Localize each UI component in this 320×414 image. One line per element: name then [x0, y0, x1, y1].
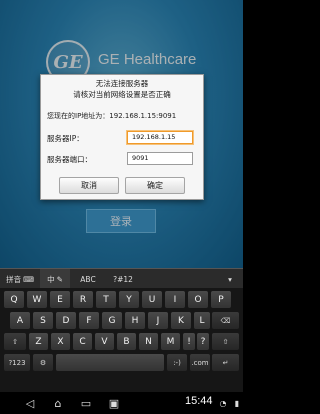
soft-keyboard: Q W E R T Y U I O P ⌫ A S D F G H J K L …: [0, 288, 243, 392]
key-i[interactable]: I: [165, 291, 185, 308]
status-clock: 15:44: [185, 395, 213, 407]
key-e[interactable]: E: [50, 291, 70, 308]
key-t[interactable]: T: [96, 291, 116, 308]
key-w[interactable]: W: [27, 291, 47, 308]
battery-icon: ▮: [234, 398, 240, 408]
confirm-button[interactable]: 确定: [125, 177, 185, 194]
dialog-subtitle: 请核对当前网络设置是否正确: [73, 90, 171, 99]
system-navigation-bar: ◁ ⌂ ▭ ▣ 15:44 ◔ ▮: [0, 392, 243, 414]
key-x[interactable]: X: [51, 333, 70, 350]
recent-apps-icon[interactable]: ▭: [78, 395, 94, 411]
home-icon[interactable]: ⌂: [50, 395, 66, 411]
key-question[interactable]: ?: [197, 333, 209, 350]
key-f[interactable]: F: [79, 312, 99, 329]
key-s[interactable]: S: [33, 312, 53, 329]
key-b[interactable]: B: [117, 333, 136, 350]
key-c[interactable]: C: [73, 333, 92, 350]
ime-abc-tab[interactable]: ABC: [74, 269, 102, 289]
server-port-input[interactable]: 9091: [127, 152, 193, 165]
key-g[interactable]: G: [102, 312, 122, 329]
server-ip-label: 服务器IP：: [47, 134, 84, 143]
dotcom-key[interactable]: .com: [190, 354, 210, 371]
key-n[interactable]: N: [139, 333, 158, 350]
key-z[interactable]: Z: [29, 333, 48, 350]
key-d[interactable]: D: [56, 312, 76, 329]
current-ip-text: 您现在的IP地址为：192.168.1.15:9091: [47, 112, 177, 120]
ime-toolbar: 拼音 ⌨ 中 ✎ ABC ?#12 ▾: [0, 268, 243, 289]
key-j[interactable]: J: [148, 312, 168, 329]
shift-right-icon[interactable]: ⇧: [212, 333, 239, 350]
key-q[interactable]: Q: [4, 291, 24, 308]
key-u[interactable]: U: [142, 291, 162, 308]
server-port-label: 服务器端口：: [47, 155, 92, 164]
key-a[interactable]: A: [10, 312, 30, 329]
key-l[interactable]: L: [194, 312, 210, 329]
shift-icon[interactable]: ⇧: [4, 333, 26, 350]
ime-symbol-tab[interactable]: ?#12: [106, 269, 140, 289]
ime-hide-icon[interactable]: ▾: [220, 269, 240, 289]
ime-pinyin-tab[interactable]: 拼音 ⌨: [2, 269, 38, 289]
ime-chinese-tab[interactable]: 中 ✎: [40, 269, 70, 289]
key-k[interactable]: K: [171, 312, 191, 329]
key-m[interactable]: M: [161, 333, 180, 350]
keyboard-icon: ⌨: [23, 274, 34, 284]
screenshot-icon[interactable]: ▣: [106, 395, 122, 411]
key-v[interactable]: V: [95, 333, 114, 350]
ime-chinese-label: 中: [47, 274, 55, 284]
dialog-title: 无法连接服务器: [95, 79, 149, 88]
key-y[interactable]: Y: [119, 291, 139, 308]
key-h[interactable]: H: [125, 312, 145, 329]
screen: GE GE Healthcare 登录 无法连接服务器 请核对当前网络设置是否正…: [0, 0, 243, 414]
smiley-key[interactable]: :-): [167, 354, 187, 371]
settings-gear-icon[interactable]: ⚙: [33, 354, 53, 371]
key-exclaim[interactable]: !: [183, 333, 195, 350]
server-ip-input[interactable]: 192.168.1.15: [127, 131, 193, 144]
backspace-icon[interactable]: ⌫: [212, 312, 239, 329]
enter-icon[interactable]: ↵: [212, 354, 239, 371]
space-bar[interactable]: [56, 354, 164, 371]
key-o[interactable]: O: [188, 291, 208, 308]
cancel-button[interactable]: 取消: [59, 177, 119, 194]
ime-pinyin-label: 拼音: [6, 274, 22, 284]
key-r[interactable]: R: [73, 291, 93, 308]
key-p[interactable]: P: [211, 291, 231, 308]
back-icon[interactable]: ◁: [22, 395, 38, 411]
server-dialog: 无法连接服务器 请核对当前网络设置是否正确 您现在的IP地址为：192.168.…: [40, 74, 204, 200]
symbols-key[interactable]: ?123: [4, 354, 30, 371]
handwrite-icon: ✎: [56, 274, 63, 284]
